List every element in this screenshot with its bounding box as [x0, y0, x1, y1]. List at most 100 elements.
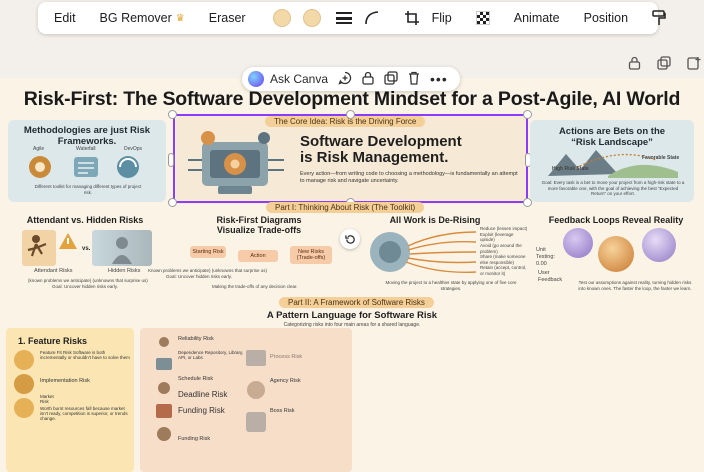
diagrams-note2: Goal: Uncover hidden risks early. [166, 274, 232, 279]
transparency-button[interactable] [470, 6, 496, 30]
user-feedback-label: User Feedback [538, 270, 563, 283]
trash-icon [409, 71, 420, 85]
funding-risk-text: Funding Risk [178, 406, 225, 415]
animate-button[interactable]: Animate [508, 6, 566, 30]
crop-button[interactable] [398, 6, 426, 30]
feature-risks-title: 1. Feature Risks [18, 336, 88, 346]
deadline-risk-text: Deadline Risk [178, 390, 228, 399]
implementation-risk-text: Implementation Risk [40, 378, 90, 384]
crop-icon [404, 11, 419, 25]
border-lines-icon [335, 12, 352, 24]
copy-style-button[interactable] [646, 6, 672, 30]
resize-handle-sw[interactable] [168, 198, 177, 207]
bg-remover-button[interactable]: BG Remover ♛ [94, 6, 191, 30]
color-swatch-2[interactable] [300, 6, 330, 30]
duplicate-page-button[interactable] [656, 55, 672, 71]
border-style-button[interactable] [330, 6, 358, 30]
attendant-title: Attendant vs. Hidden Risks [26, 215, 144, 225]
derisking-list: Reduce (lessen impact) Exploit (leverage… [480, 226, 528, 277]
schedule-risk-text: Schedule Risk [178, 376, 214, 382]
hidden-risks-label: Hidden Risks [108, 268, 141, 274]
diagrams-title-line2: Visualize Trade-offs [216, 224, 302, 235]
color-swatch-1[interactable] [264, 6, 300, 30]
methodologies-heading: Methodologies are just Risk Frameworks. [23, 125, 151, 147]
attendant-risk-icon [22, 230, 56, 266]
crown-icon: ♛ [175, 12, 185, 24]
duplicate-element-button[interactable] [384, 70, 398, 88]
faded-area [352, 328, 704, 472]
design-canvas[interactable]: Risk-First: The Software Development Min… [0, 78, 704, 472]
risk-landscape-heading: Actions are Bets on the “Risk Landscape” [558, 126, 666, 148]
landscape-illustration [548, 150, 678, 178]
duplicate-icon [657, 56, 671, 70]
attendant-goal: Goal: Uncover hidden risks early. [52, 284, 118, 289]
risk-landscape-card[interactable]: Actions are Bets on the “Risk Landscape”… [530, 120, 694, 202]
devops-label: DevOps [124, 146, 143, 152]
part1-banner: Part I: Thinking About Risk (The Toolkit… [266, 202, 425, 213]
new-risks-tag: New Risks (Trade-offs) [290, 246, 332, 264]
paint-roller-icon [652, 10, 666, 25]
high-risk-label: High Risk State [552, 166, 589, 172]
starting-risk-tag: Starting Risk [190, 246, 226, 258]
more-dots-icon: ••• [430, 71, 448, 87]
action-tag: Action [238, 250, 278, 262]
eraser-button[interactable]: Eraser [203, 6, 252, 30]
risk-icons-column [156, 337, 172, 441]
feature-fit-text: Feature Fit Risk Software is both increm… [40, 350, 130, 360]
lock-icon [628, 56, 640, 70]
methodologies-card[interactable]: Methodologies are just Risk Frameworks. … [8, 120, 166, 202]
reliability-risk-text: Reliability Risk [178, 336, 214, 342]
waterfall-label: Waterfall [76, 146, 96, 152]
feedback-caption: Test our assumptions against reality, tu… [578, 280, 692, 291]
rotate-handle[interactable] [340, 229, 360, 249]
process-risk-text: Process Risk [270, 354, 303, 360]
edit-button[interactable]: Edit [48, 6, 82, 30]
hidden-risk-icon [92, 230, 152, 266]
feedback-orb-3 [642, 228, 676, 262]
lock-page-button[interactable] [626, 55, 642, 71]
page-title: Risk-First: The Software Development Min… [23, 88, 681, 110]
rotate-icon [344, 234, 355, 244]
agile-label: Agile [33, 146, 45, 152]
implementation-icon [14, 374, 34, 394]
attendant-risks-label: Attendant Risks [34, 268, 73, 274]
methodologies-caption: Different toolkit for managing different… [34, 184, 142, 195]
part2-banner: Part II: A Framework of Software Risks [279, 297, 434, 308]
resize-handle-nw[interactable] [168, 110, 177, 119]
comment-button[interactable] [338, 71, 352, 88]
market-desc-text: Worth burnt resources fall because marke… [40, 406, 128, 421]
market-risk-text: Market Risk [40, 394, 54, 404]
resize-handle-n[interactable] [346, 110, 355, 119]
resize-handle-w[interactable] [168, 153, 174, 167]
canva-logo-icon [248, 71, 264, 87]
diagrams-title: Risk-First Diagrams Visualize Trade-offs [196, 215, 322, 236]
derisk-item-share: Share (make someone else responsible) [480, 254, 526, 265]
feedback-title: Feedback Loops Reveal Reality [548, 215, 684, 225]
part2-title: A Pattern Language for Software Risk [266, 310, 438, 321]
add-page-icon [687, 57, 701, 70]
corner-rounding-button[interactable] [358, 6, 386, 30]
lock-element-button[interactable] [362, 71, 374, 88]
bg-remover-label: BG Remover [99, 11, 172, 25]
boss-risk-text: Boss Risk [270, 408, 295, 414]
position-button[interactable]: Position [578, 6, 634, 30]
page-actions [626, 55, 702, 71]
delete-element-button[interactable] [408, 71, 420, 88]
more-options-button[interactable]: ••• [430, 72, 448, 86]
derisking-title: All Work is De-Rising [389, 215, 481, 225]
agency-risk-text: Agency Risk [270, 378, 301, 384]
lock-icon [362, 71, 374, 85]
feedback-orb-1 [563, 228, 593, 258]
editor-toolbar: Edit BG Remover ♛ Eraser Flip Animate Po… [38, 2, 666, 34]
ask-canva-button[interactable]: Ask Canva [270, 72, 328, 86]
unit-testing-label: Unit Testing: 0.00 [536, 247, 555, 267]
attendant-note: (known problems we anticipate) (unknowns… [28, 278, 148, 283]
flip-button[interactable]: Flip [426, 6, 458, 30]
derisk-item-avoid: Avoid (go around the problem) [480, 242, 522, 254]
derisk-item-reduce: Reduce (lessen impact) [480, 226, 528, 231]
derisking-caption: Moving the project to a healthier state … [385, 280, 517, 291]
resize-handle-ne[interactable] [523, 110, 532, 119]
feedback-orb-2 [598, 236, 634, 272]
add-page-button[interactable] [686, 55, 702, 71]
derisk-item-exploit: Exploit (leverage upside) [480, 231, 514, 243]
